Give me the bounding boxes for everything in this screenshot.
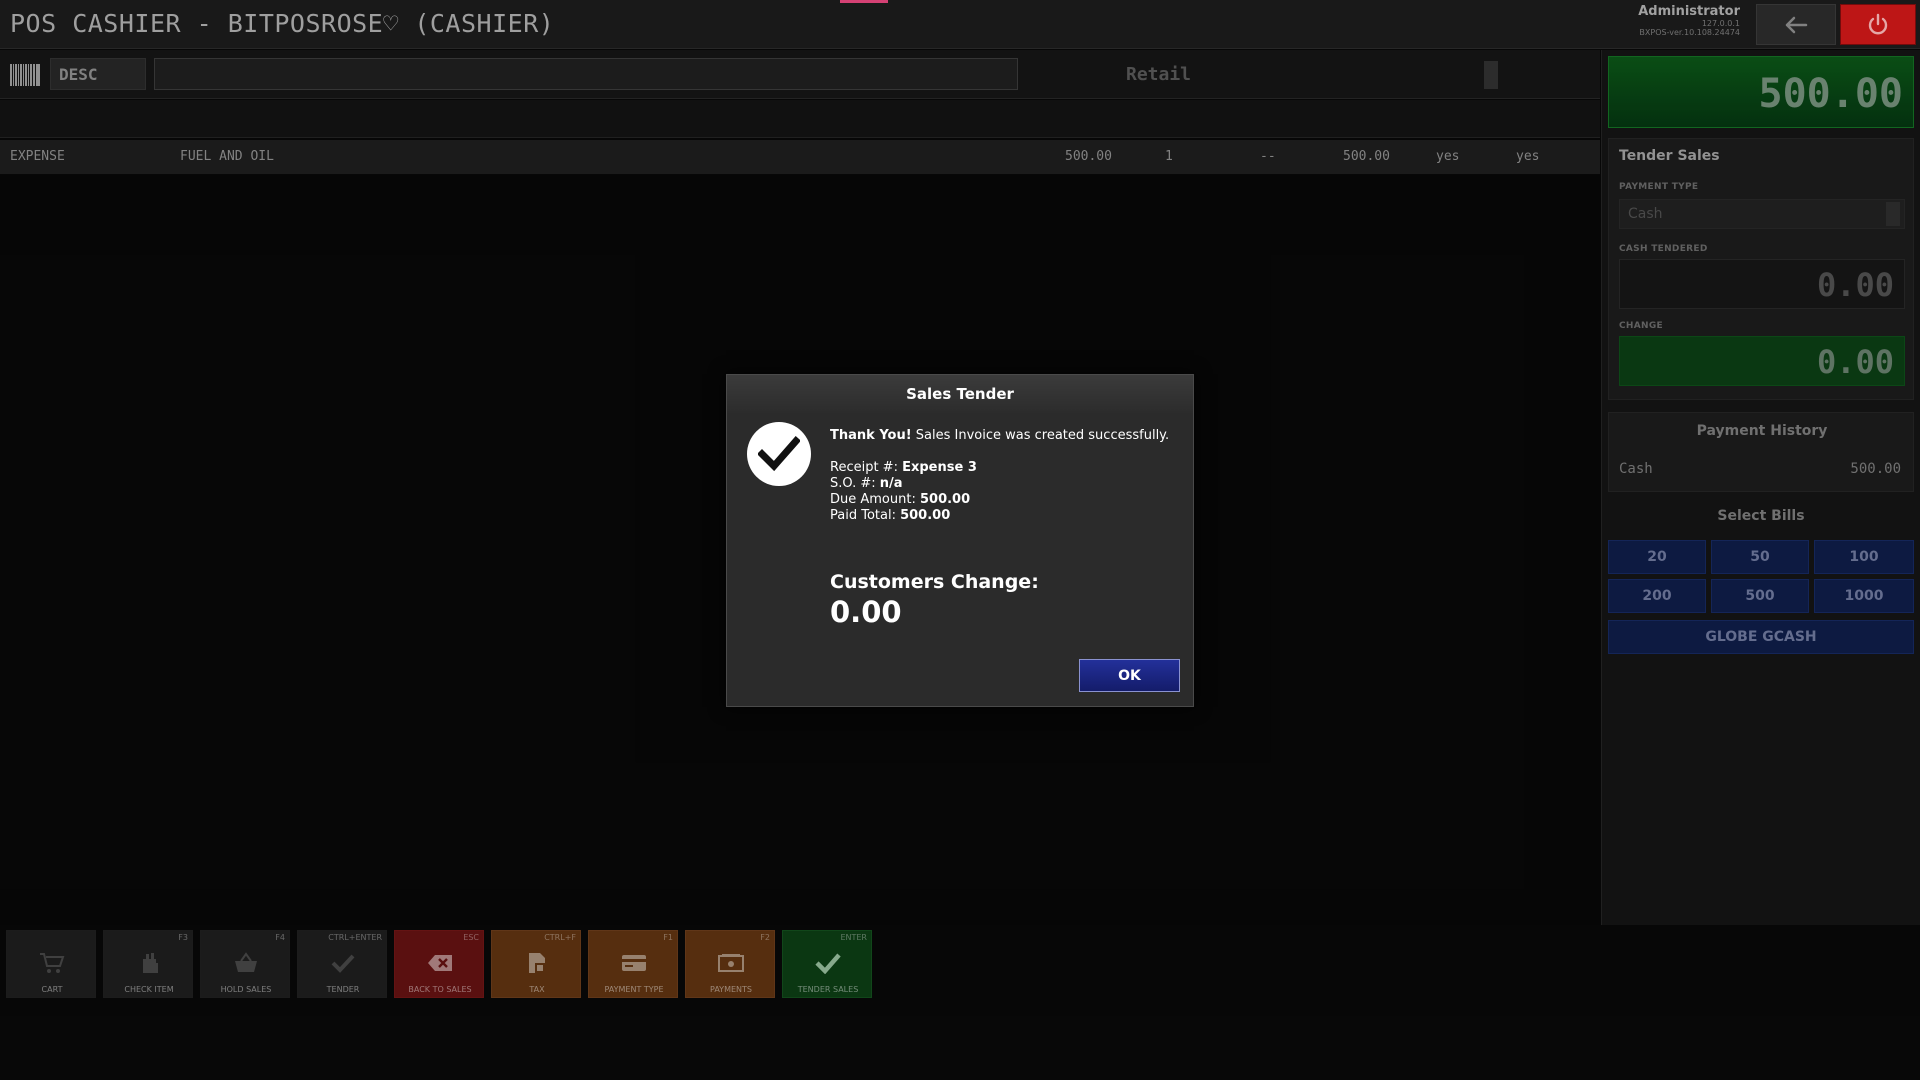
so-value: n/a bbox=[879, 476, 903, 491]
customers-change-label: Customers Change: bbox=[830, 571, 1039, 593]
paid-line: Paid Total: 500.00 bbox=[830, 508, 1190, 524]
so-label: S.O. #: bbox=[830, 476, 880, 491]
due-value: 500.00 bbox=[919, 492, 971, 507]
thanks-text: Thank You! bbox=[830, 428, 912, 443]
message-text: Sales Invoice was created successfully. bbox=[911, 428, 1170, 443]
paid-value: 500.00 bbox=[900, 508, 951, 523]
success-message: Thank You! Sales Invoice was created suc… bbox=[830, 428, 1190, 444]
sales-tender-dialog: Sales Tender Thank You! Sales Invoice wa… bbox=[726, 374, 1194, 707]
dialog-title: Sales Tender bbox=[727, 375, 1193, 413]
receipt-label: Receipt #: bbox=[830, 460, 903, 475]
receipt-line: Receipt #: Expense 3 bbox=[830, 460, 1190, 476]
paid-label: Paid Total: bbox=[830, 508, 901, 523]
so-line: S.O. #: n/a bbox=[830, 476, 1190, 492]
receipt-value: Expense 3 bbox=[902, 460, 977, 475]
customers-change-value: 0.00 bbox=[830, 595, 902, 629]
success-check-icon bbox=[747, 422, 811, 486]
due-line: Due Amount: 500.00 bbox=[830, 492, 1190, 508]
due-label: Due Amount: bbox=[830, 492, 920, 507]
ok-button[interactable]: OK bbox=[1079, 659, 1180, 692]
dialog-message: Thank You! Sales Invoice was created suc… bbox=[830, 428, 1190, 524]
